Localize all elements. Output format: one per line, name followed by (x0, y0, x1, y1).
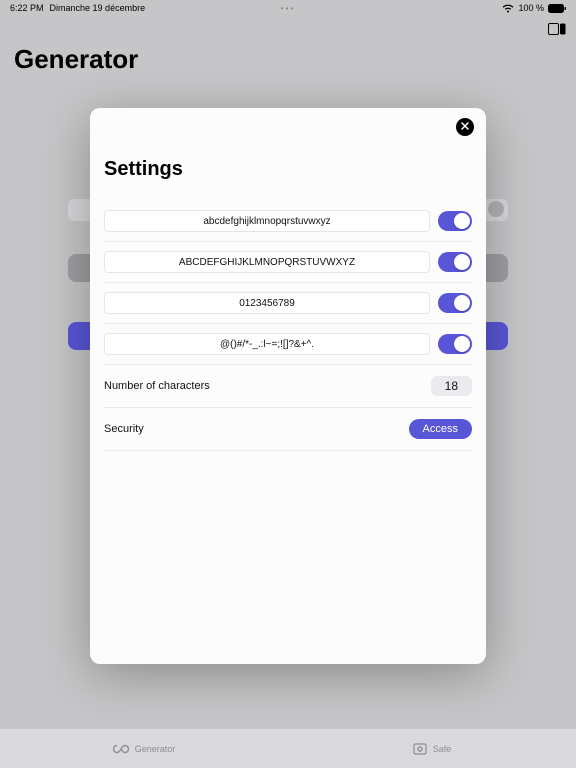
status-time: 6:22 PM (10, 3, 44, 13)
num-chars-row: Number of characters 18 (104, 365, 472, 408)
charset-toggle-symbols[interactable] (438, 334, 472, 354)
charset-row-symbols: @()#/*-_.:l~=;![]?&+^. (104, 324, 472, 365)
infinity-icon (113, 744, 129, 754)
charset-toggle-lowercase[interactable] (438, 211, 472, 231)
charset-field[interactable]: @()#/*-_.:l~=;![]?&+^. (104, 333, 430, 355)
status-left: 6:22 PM Dimanche 19 décembre (10, 3, 145, 13)
status-bar: 6:22 PM Dimanche 19 décembre ••• 100 % (0, 0, 576, 16)
charset-toggle-digits[interactable] (438, 293, 472, 313)
charset-row-uppercase: ABCDEFGHIJKLMNOPQRSTUVWXYZ (104, 242, 472, 283)
charset-row-lowercase: abcdefghijklmnopqrstuvwxyz (104, 201, 472, 242)
status-date: Dimanche 19 décembre (50, 3, 146, 13)
num-chars-label: Number of characters (104, 380, 210, 392)
page-title: Generator (14, 44, 138, 75)
tab-safe[interactable]: Safe (288, 729, 576, 768)
status-right: 100 % (502, 3, 566, 13)
close-icon (461, 121, 469, 133)
bg-clear-icon[interactable] (488, 201, 504, 217)
modal-title: Settings (104, 158, 472, 181)
status-dots: ••• (281, 4, 295, 13)
charset-field[interactable]: ABCDEFGHIJKLMNOPQRSTUVWXYZ (104, 251, 430, 273)
tab-safe-label: Safe (433, 744, 452, 754)
security-row: Security Access (104, 408, 472, 451)
multitask-icon[interactable] (548, 22, 566, 40)
close-button[interactable] (456, 118, 474, 136)
charset-field[interactable]: 0123456789 (104, 292, 430, 314)
tab-generator[interactable]: Generator (0, 729, 288, 768)
charset-row-digits: 0123456789 (104, 283, 472, 324)
security-label: Security (104, 423, 144, 435)
num-chars-value[interactable]: 18 (431, 376, 472, 396)
wifi-icon (502, 4, 514, 13)
tab-bar: Generator Safe (0, 728, 576, 768)
settings-modal: Settings abcdefghijklmnopqrstuvwxyz ABCD… (90, 108, 486, 664)
battery-pct: 100 % (518, 3, 544, 13)
battery-icon (548, 4, 566, 13)
safe-icon (413, 743, 427, 755)
tab-generator-label: Generator (135, 744, 176, 754)
charset-field[interactable]: abcdefghijklmnopqrstuvwxyz (104, 210, 430, 232)
security-access-button[interactable]: Access (409, 419, 472, 439)
charset-toggle-uppercase[interactable] (438, 252, 472, 272)
